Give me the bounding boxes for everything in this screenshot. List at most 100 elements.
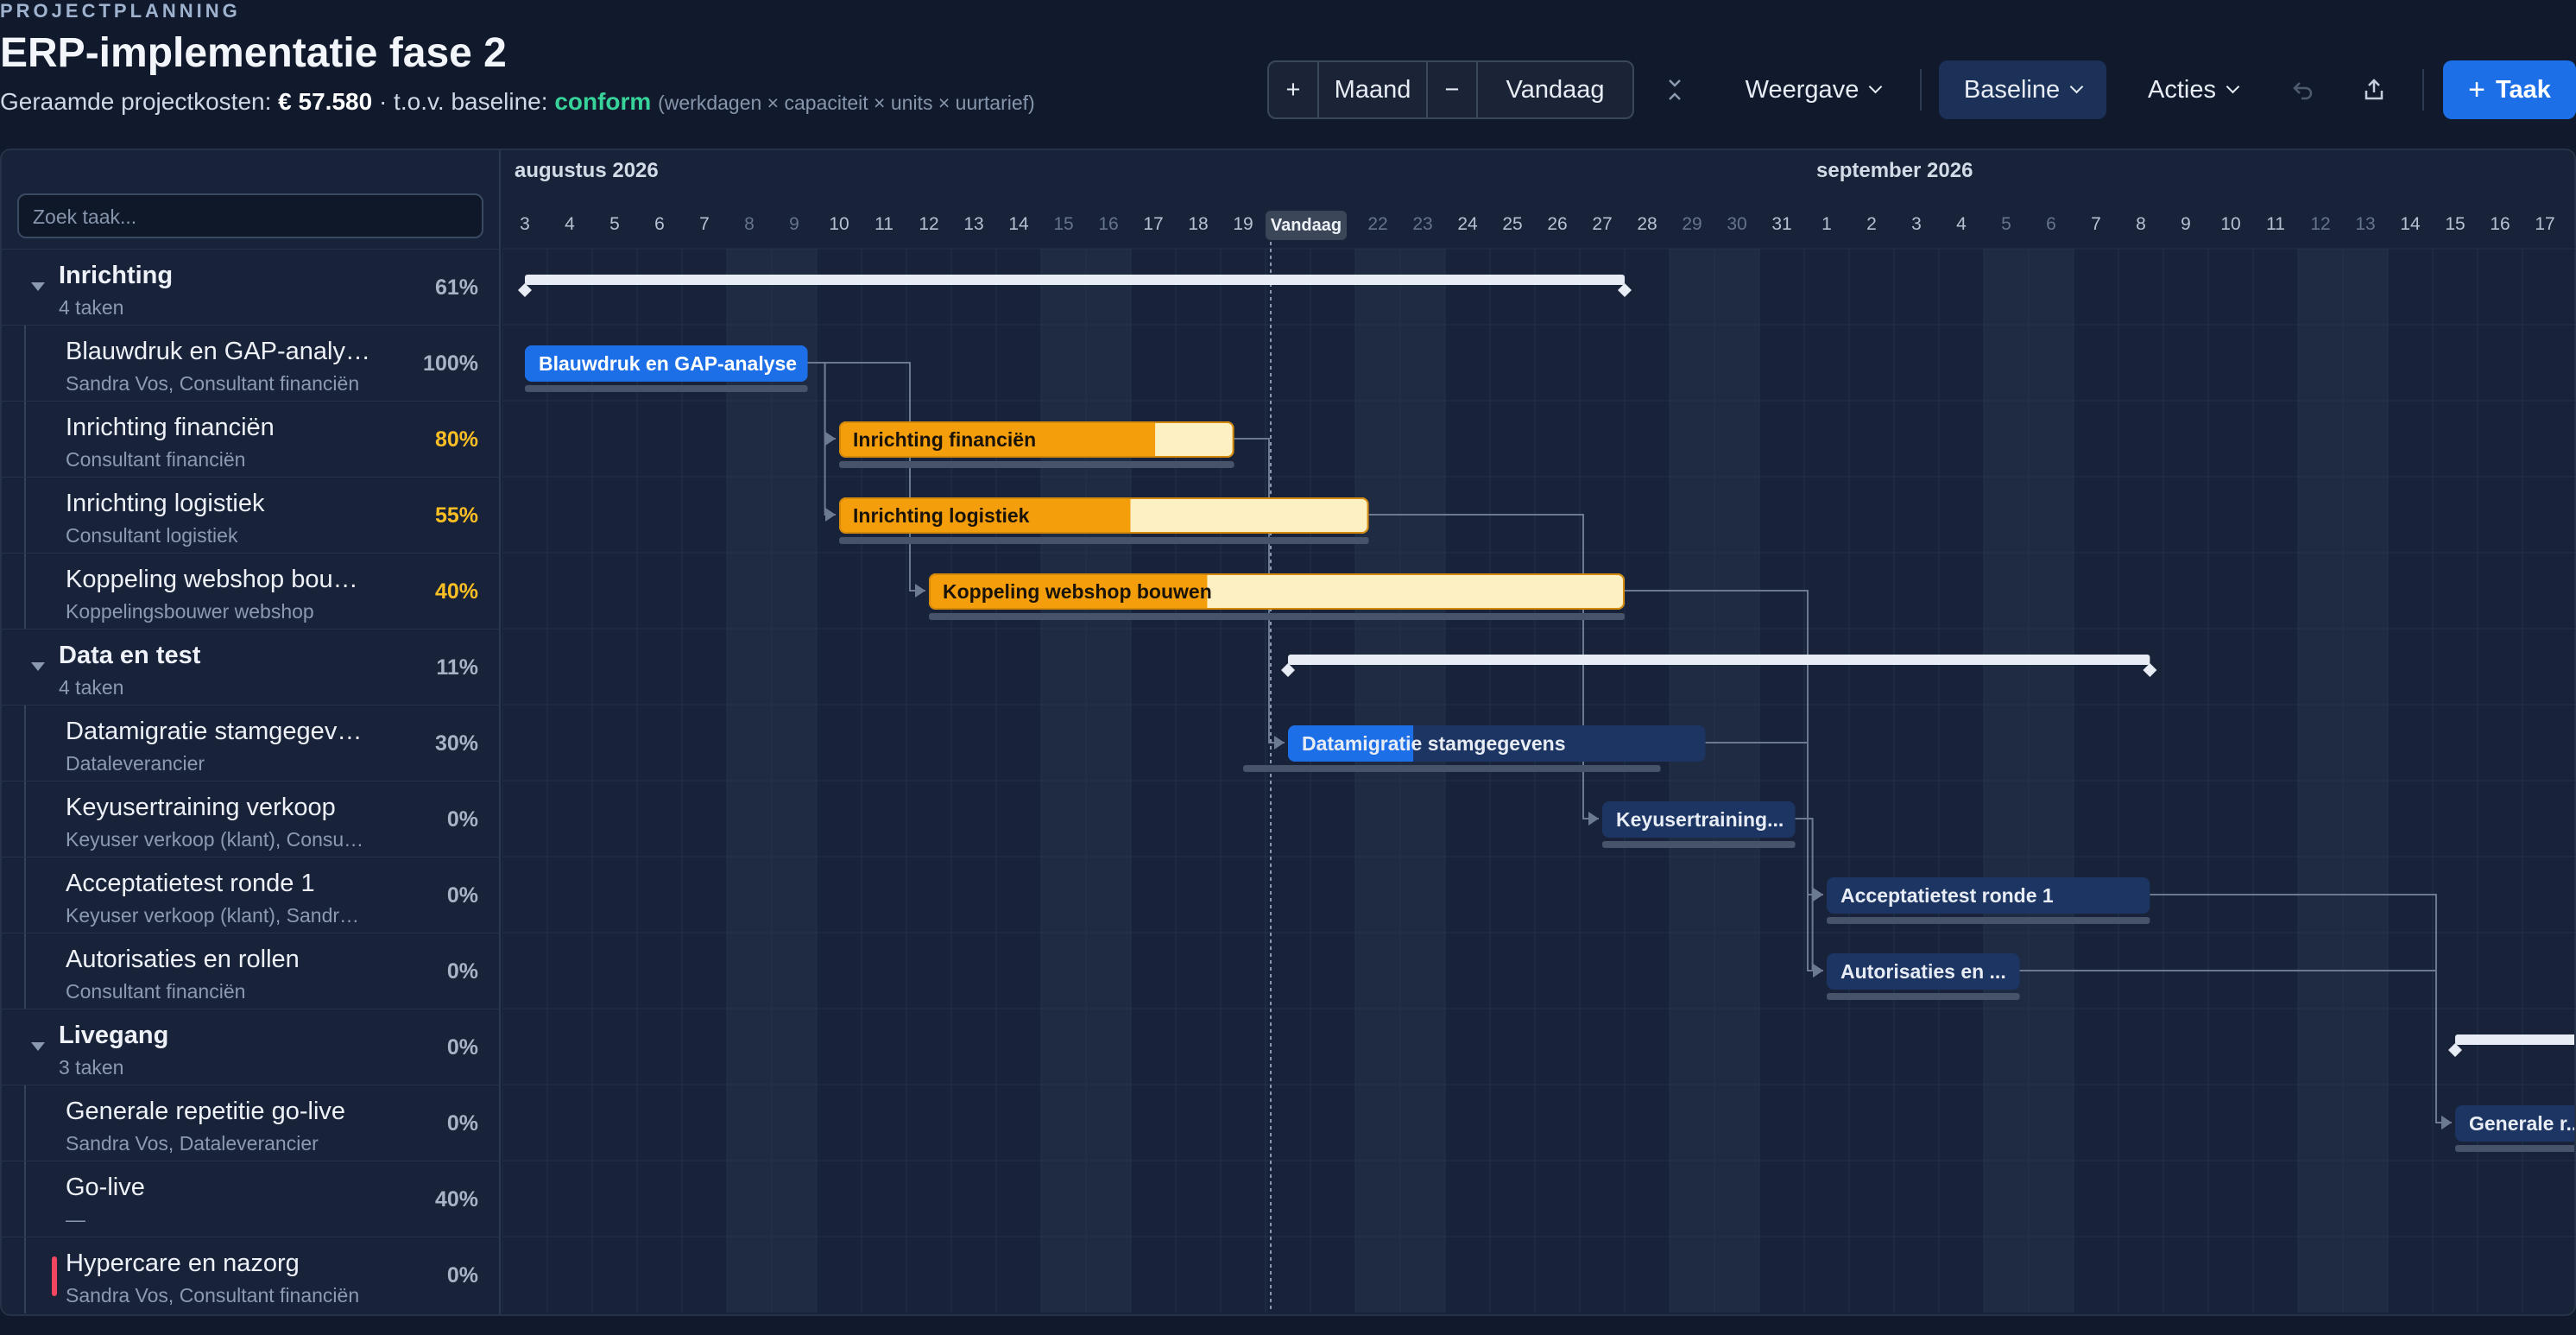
day-label: 18 [1188,214,1209,234]
progress-percent: 61% [434,275,478,300]
tree-line [24,1161,26,1237]
progress-percent: 0% [446,1263,478,1288]
day-label: 7 [2091,214,2101,234]
progress-percent: 100% [423,351,478,376]
progress-percent: 11% [436,655,478,680]
task-bar-label: Inrichting financiën [853,428,1036,451]
table-row[interactable]: Acceptatietest ronde 1 Keyuser verkoop (k… [2,857,501,933]
baseline-bar [1243,765,1661,772]
progress-percent: 0% [446,1111,478,1136]
tree-line [24,705,26,781]
day-label: 16 [2490,214,2510,234]
summary-bar[interactable] [525,275,1625,285]
group-row[interactable]: Livegang 3 taken 0% [2,1009,501,1085]
progress-percent: 0% [446,883,478,908]
caret-down-icon[interactable] [31,662,45,671]
table-row[interactable]: Hypercare en nazorg Sandra Vos, Consultan… [2,1237,501,1313]
task-resources: Sandra Vos, Consultant financiën [66,1284,360,1307]
day-label: 5 [2001,214,2011,234]
search-input[interactable]: Zoek taak... [17,193,483,238]
progress-percent: 0% [446,1035,478,1060]
summary-diamond [518,283,532,297]
caret-down-icon[interactable] [31,1042,45,1051]
day-label: 5 [609,214,620,234]
progress-percent: 30% [434,731,478,756]
table-row[interactable]: Generale repetitie go-live Sandra Vos, Da… [2,1085,501,1161]
task-resources: Keyuser verkoop (klant), Consultant fina… [66,828,368,851]
table-row[interactable]: Go-live — 40% [2,1161,501,1237]
dependency-arrow [825,508,836,522]
zoom-control: + Maand − Vandaag [1267,60,1634,119]
table-row[interactable]: Autorisaties en rollen Consultant financi… [2,933,501,1009]
day-label: 22 [1367,214,1388,234]
task-resources: Dataleverancier [66,752,205,775]
tree-line [24,1085,26,1161]
table-row[interactable]: Inrichting logistiek Consultant logistiek… [2,477,501,554]
tree-line [24,478,26,554]
table-row[interactable]: Koppeling webshop bouwen Koppelingsbouwer… [2,553,501,630]
day-label: 7 [699,214,710,234]
day-label: 9 [2181,214,2191,234]
table-row[interactable]: Blauwdruk en GAP-analyse Sandra Vos, Cons… [2,325,501,402]
tree-line [24,933,26,1009]
day-label: 4 [565,214,575,234]
baseline-menu-button[interactable]: Baseline [1939,60,2106,119]
day-label: 6 [654,214,665,234]
zoom-out-button[interactable]: − [1426,62,1476,117]
task-resources: 3 taken [59,1056,124,1079]
plus-icon: + [2468,73,2485,106]
task-bar-label: Generale r... [2469,1112,2576,1135]
zoom-in-button[interactable]: + [1269,62,1317,117]
tree-line [24,1237,26,1313]
task-name: Inrichting [59,262,174,289]
toolbar-divider [2422,69,2424,111]
group-row[interactable]: Inrichting 4 taken 61% [2,249,501,325]
day-label: 4 [1956,214,1967,234]
add-task-button[interactable]: + Taak [2443,60,2576,119]
eyebrow-label: PROJECTPLANNING [0,0,241,22]
task-resources: Koppelingsbouwer webshop [66,600,314,623]
caret-down-icon[interactable] [31,282,45,291]
task-bar-label: Koppeling webshop bouwen [943,580,1212,603]
task-name: Hypercare en nazorg [66,1250,300,1277]
timeline-chart: augustus 2026 september 2026 Blauwdruk en … [502,150,2576,1314]
day-label: 24 [1457,214,1478,234]
day-label: 1 [1822,214,1832,234]
collapse-icon[interactable] [1657,60,1692,119]
baseline-label: Baseline [1963,75,2061,104]
task-resources: Sandra Vos, Consultant financiën [66,372,360,395]
baseline-bar [1602,841,1796,848]
task-bar-label: Blauwdruk en GAP-analyse [539,352,797,375]
task-resources: Consultant financiën [66,448,246,471]
view-label: Weergave [1745,75,1859,104]
task-name: Generale repetitie go-live [66,1098,346,1125]
tree-line [24,781,26,857]
actions-menu-button[interactable]: Acties [2124,60,2262,119]
day-label: 13 [2355,214,2376,234]
table-row[interactable]: Datamigratie stamgegevens Dataleverancier… [2,705,501,781]
baseline-bar [839,461,1234,468]
day-label: 10 [2220,214,2241,234]
day-label: 9 [789,214,799,234]
scale-button[interactable]: Maand [1317,62,1426,117]
toolbar-divider [1920,69,1922,111]
summary-bar[interactable] [1288,655,2150,665]
undo-icon[interactable] [2282,60,2324,119]
day-label: 28 [1637,214,1657,234]
view-menu-button[interactable]: Weergave [1727,60,1899,119]
day-label: 13 [963,214,984,234]
task-resources: 4 taken [59,676,124,699]
today-button[interactable]: Vandaag [1476,62,1632,117]
day-label: 3 [1911,214,1922,234]
progress-percent: 40% [434,579,478,604]
day-label: 14 [2400,214,2421,234]
summary-bar[interactable] [2455,1034,2576,1045]
table-row[interactable]: Inrichting financiën Consultant financiën… [2,401,501,478]
day-label: 3 [520,214,530,234]
table-row[interactable]: Keyusertraining verkoop Keyuser verkoop (… [2,781,501,857]
export-icon[interactable] [2353,60,2395,119]
group-row[interactable]: Data en test 4 taken 11% [2,629,501,705]
dependency-arrow [915,584,925,598]
gantt-app: PROJECTPLANNING ERP-implementatie fase 2… [0,0,2576,1335]
task-resources: Consultant financiën [66,980,246,1003]
